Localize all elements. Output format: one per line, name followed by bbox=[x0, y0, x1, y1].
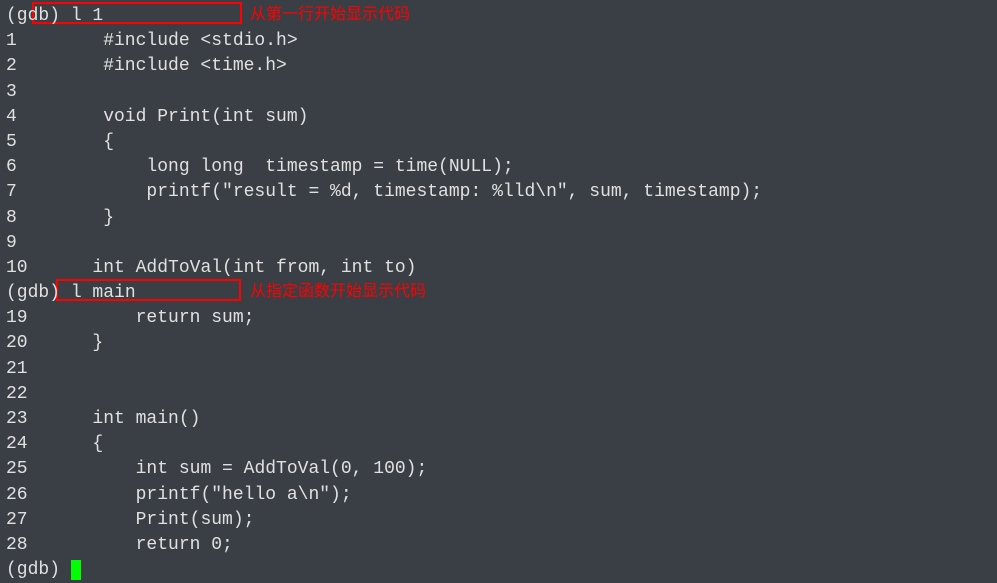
gdb-command-text: l main bbox=[71, 283, 136, 303]
source-listing-1: 1 #include <stdio.h>2 #include <time.h>3… bbox=[6, 29, 991, 281]
line-number: 26 bbox=[6, 483, 28, 508]
cursor-icon bbox=[71, 560, 81, 580]
source-line: 8 } bbox=[6, 206, 991, 231]
source-line: 19 return sum; bbox=[6, 306, 991, 331]
line-number: 23 bbox=[6, 407, 28, 432]
source-code-text: long long timestamp = time(NULL); bbox=[28, 157, 514, 177]
source-code-text: #include <time.h> bbox=[28, 56, 287, 76]
gdb-command-line-3[interactable]: (gdb) bbox=[6, 558, 991, 583]
line-number: 28 bbox=[6, 533, 28, 558]
source-code-text: return sum; bbox=[28, 308, 255, 328]
source-line: 4 void Print(int sum) bbox=[6, 105, 991, 130]
source-code-text: int main() bbox=[28, 409, 201, 429]
gdb-prompt: (gdb) bbox=[6, 283, 60, 303]
line-number: 5 bbox=[6, 130, 28, 155]
line-number: 4 bbox=[6, 105, 28, 130]
source-listing-2: 19 return sum;20 }212223 int main()24 {2… bbox=[6, 306, 991, 558]
line-number: 20 bbox=[6, 331, 28, 356]
gdb-prompt: (gdb) bbox=[6, 560, 60, 580]
source-code-text: #include <stdio.h> bbox=[28, 31, 298, 51]
source-line: 10 int AddToVal(int from, int to) bbox=[6, 256, 991, 281]
source-code-text: return 0; bbox=[28, 535, 233, 555]
line-number: 10 bbox=[6, 256, 28, 281]
source-line: 9 bbox=[6, 231, 991, 256]
source-code-text: printf("hello a\n"); bbox=[28, 485, 352, 505]
gdb-command-text: l 1 bbox=[71, 6, 103, 26]
gdb-prompt: (gdb) bbox=[6, 6, 60, 26]
source-line: 7 printf("result = %d, timestamp: %lld\n… bbox=[6, 180, 991, 205]
source-line: 24 { bbox=[6, 432, 991, 457]
source-line: 1 #include <stdio.h> bbox=[6, 29, 991, 54]
source-line: 22 bbox=[6, 382, 991, 407]
line-number: 9 bbox=[6, 231, 28, 256]
line-number: 19 bbox=[6, 306, 28, 331]
gdb-command-line-1[interactable]: (gdb) l 1 bbox=[6, 4, 991, 29]
source-line: 21 bbox=[6, 357, 991, 382]
gdb-command-line-2[interactable]: (gdb) l main bbox=[6, 281, 991, 306]
line-number: 1 bbox=[6, 29, 28, 54]
source-code-text: { bbox=[28, 132, 114, 152]
source-line: 5 { bbox=[6, 130, 991, 155]
line-number: 22 bbox=[6, 382, 28, 407]
source-line: 28 return 0; bbox=[6, 533, 991, 558]
line-number: 24 bbox=[6, 432, 28, 457]
line-number: 8 bbox=[6, 206, 28, 231]
source-code-text: int sum = AddToVal(0, 100); bbox=[28, 459, 428, 479]
line-number: 7 bbox=[6, 180, 28, 205]
source-line: 2 #include <time.h> bbox=[6, 54, 991, 79]
source-code-text: } bbox=[28, 208, 114, 228]
source-code-text: void Print(int sum) bbox=[28, 107, 309, 127]
line-number: 3 bbox=[6, 80, 28, 105]
line-number: 2 bbox=[6, 54, 28, 79]
source-code-text: int AddToVal(int from, int to) bbox=[28, 258, 417, 278]
source-line: 27 Print(sum); bbox=[6, 508, 991, 533]
line-number: 27 bbox=[6, 508, 28, 533]
source-line: 26 printf("hello a\n"); bbox=[6, 483, 991, 508]
source-line: 20 } bbox=[6, 331, 991, 356]
source-code-text: { bbox=[28, 434, 104, 454]
line-number: 25 bbox=[6, 457, 28, 482]
line-number: 21 bbox=[6, 357, 28, 382]
source-code-text: printf("result = %d, timestamp: %lld\n",… bbox=[28, 182, 763, 202]
source-line: 3 bbox=[6, 80, 991, 105]
line-number: 6 bbox=[6, 155, 28, 180]
source-line: 25 int sum = AddToVal(0, 100); bbox=[6, 457, 991, 482]
source-code-text: } bbox=[28, 333, 104, 353]
source-code-text: Print(sum); bbox=[28, 510, 255, 530]
source-line: 6 long long timestamp = time(NULL); bbox=[6, 155, 991, 180]
source-line: 23 int main() bbox=[6, 407, 991, 432]
